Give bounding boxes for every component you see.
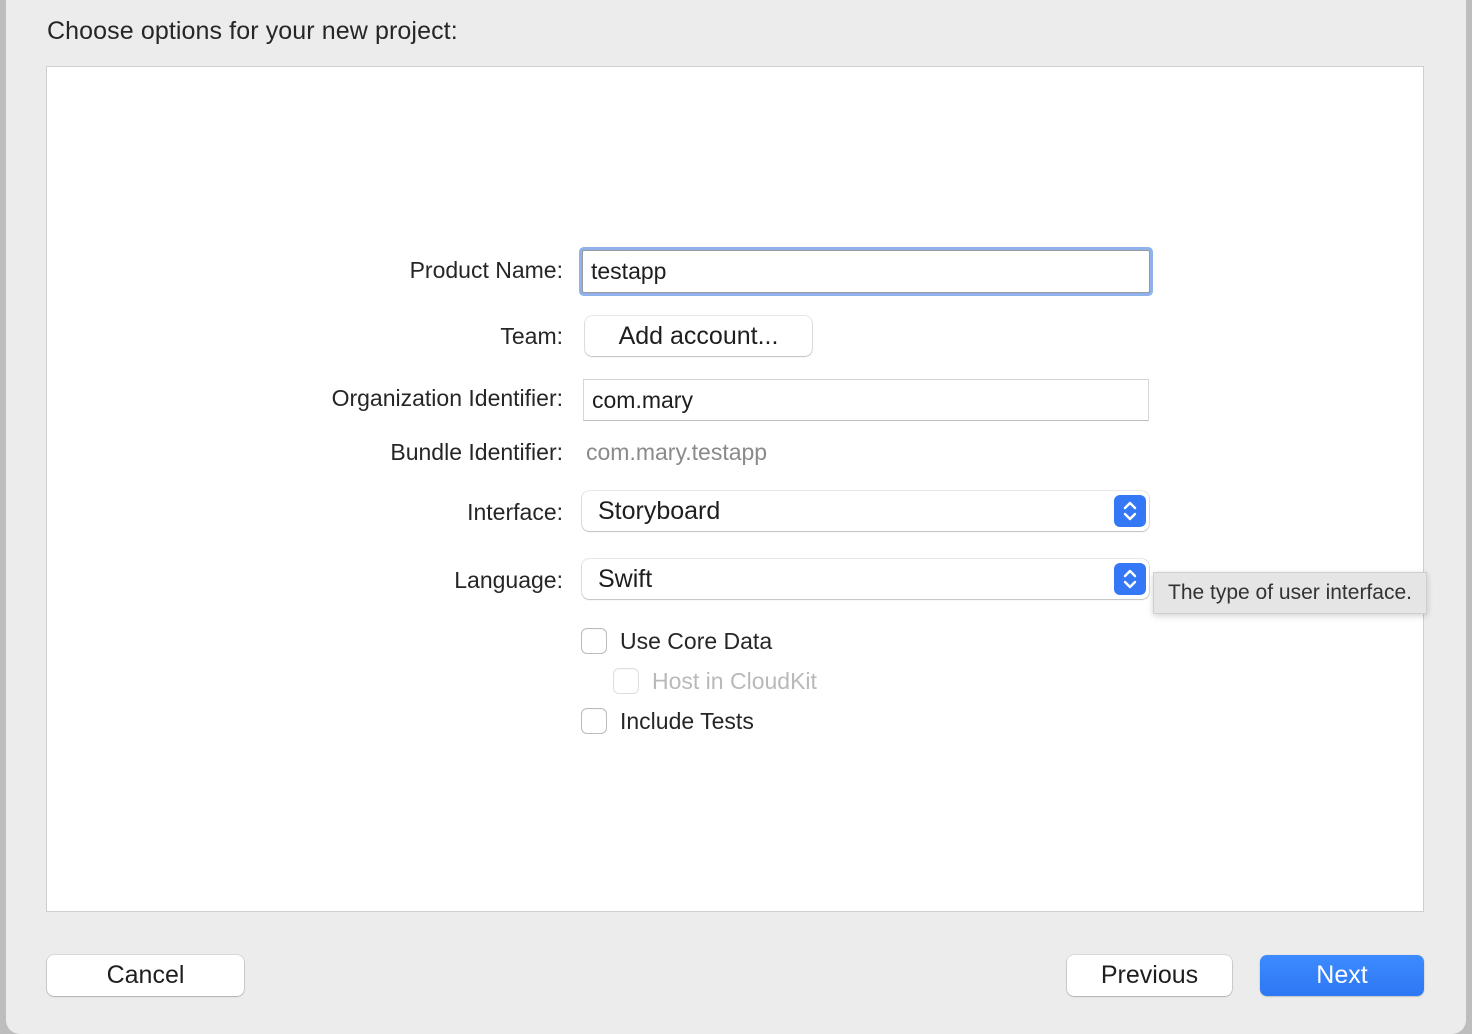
bundle-identifier-label: Bundle Identifier: xyxy=(390,439,563,465)
interface-selected-value: Storyboard xyxy=(598,496,721,525)
cancel-button[interactable]: Cancel xyxy=(47,955,244,996)
use-core-data-checkbox[interactable] xyxy=(581,628,607,654)
include-tests-label[interactable]: Include Tests xyxy=(620,708,754,735)
interface-popup[interactable]: Storyboard xyxy=(582,491,1149,531)
product-name-label: Product Name: xyxy=(409,257,563,283)
interface-tooltip: The type of user interface. xyxy=(1153,572,1427,614)
options-panel xyxy=(46,66,1424,912)
language-popup[interactable]: Swift xyxy=(582,559,1149,599)
next-button[interactable]: Next xyxy=(1260,955,1424,996)
chevron-up-down-icon xyxy=(1114,563,1146,595)
sheet-title: Choose options for your new project: xyxy=(47,17,458,45)
host-in-cloudkit-label: Host in CloudKit xyxy=(652,668,817,694)
language-selected-value: Swift xyxy=(598,564,653,593)
interface-label: Interface: xyxy=(467,499,563,525)
team-label: Team: xyxy=(500,323,563,349)
language-label: Language: xyxy=(454,567,563,593)
previous-button[interactable]: Previous xyxy=(1067,955,1232,996)
organization-identifier-value: com.mary xyxy=(592,386,693,413)
chevron-up-down-icon xyxy=(1114,495,1146,527)
product-name-value: testapp xyxy=(591,258,667,284)
add-account-button[interactable]: Add account... xyxy=(585,316,812,356)
organization-identifier-label: Organization Identifier: xyxy=(331,385,563,411)
bundle-identifier-value: com.mary.testapp xyxy=(586,439,768,465)
new-project-sheet: Choose options for your new project: Pro… xyxy=(6,0,1466,1034)
product-name-field[interactable]: testapp xyxy=(582,250,1150,293)
include-tests-checkbox[interactable] xyxy=(581,708,607,734)
organization-identifier-field[interactable]: com.mary xyxy=(583,379,1149,421)
use-core-data-label[interactable]: Use Core Data xyxy=(620,628,772,655)
host-in-cloudkit-checkbox xyxy=(613,668,639,694)
